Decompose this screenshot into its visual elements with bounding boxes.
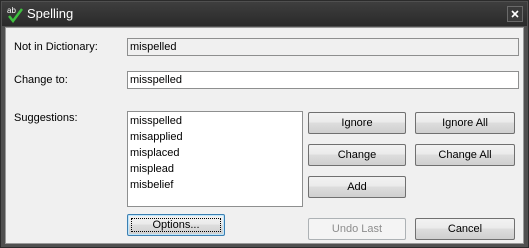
- list-item[interactable]: misbelief: [129, 177, 301, 193]
- change-to-input[interactable]: misspelled: [127, 71, 519, 89]
- close-icon: [511, 10, 519, 18]
- add-button[interactable]: Add: [308, 176, 406, 198]
- window-title: Spelling: [27, 6, 74, 21]
- not-in-dictionary-label: Not in Dictionary:: [14, 41, 98, 53]
- ignore-button[interactable]: Ignore: [308, 112, 406, 134]
- options-button[interactable]: Options...: [127, 214, 225, 236]
- suggestions-label: Suggestions:: [14, 112, 78, 124]
- list-item[interactable]: misplead: [129, 161, 301, 177]
- list-item[interactable]: misapplied: [129, 129, 301, 145]
- spelling-dialog: ab Spelling Not in Dictionary: mispelled…: [0, 0, 529, 248]
- suggestions-list[interactable]: misspelled misapplied misplaced misplead…: [127, 111, 303, 207]
- title-bar[interactable]: ab Spelling: [2, 2, 527, 26]
- change-button[interactable]: Change: [308, 144, 406, 166]
- change-to-label: Change to:: [14, 74, 68, 86]
- dialog-body: Not in Dictionary: mispelled Change to: …: [5, 27, 524, 244]
- list-item[interactable]: misplaced: [129, 145, 301, 161]
- spellcheck-icon: ab: [7, 6, 23, 23]
- ignore-all-button[interactable]: Ignore All: [415, 112, 515, 134]
- list-item[interactable]: misspelled: [129, 113, 301, 129]
- close-button[interactable]: [507, 6, 523, 22]
- cancel-button[interactable]: Cancel: [415, 218, 515, 240]
- undo-last-button: Undo Last: [308, 218, 406, 240]
- not-in-dictionary-field: mispelled: [127, 38, 519, 56]
- change-all-button[interactable]: Change All: [415, 144, 515, 166]
- svg-text:ab: ab: [7, 6, 16, 15]
- focus-ring: [131, 218, 221, 232]
